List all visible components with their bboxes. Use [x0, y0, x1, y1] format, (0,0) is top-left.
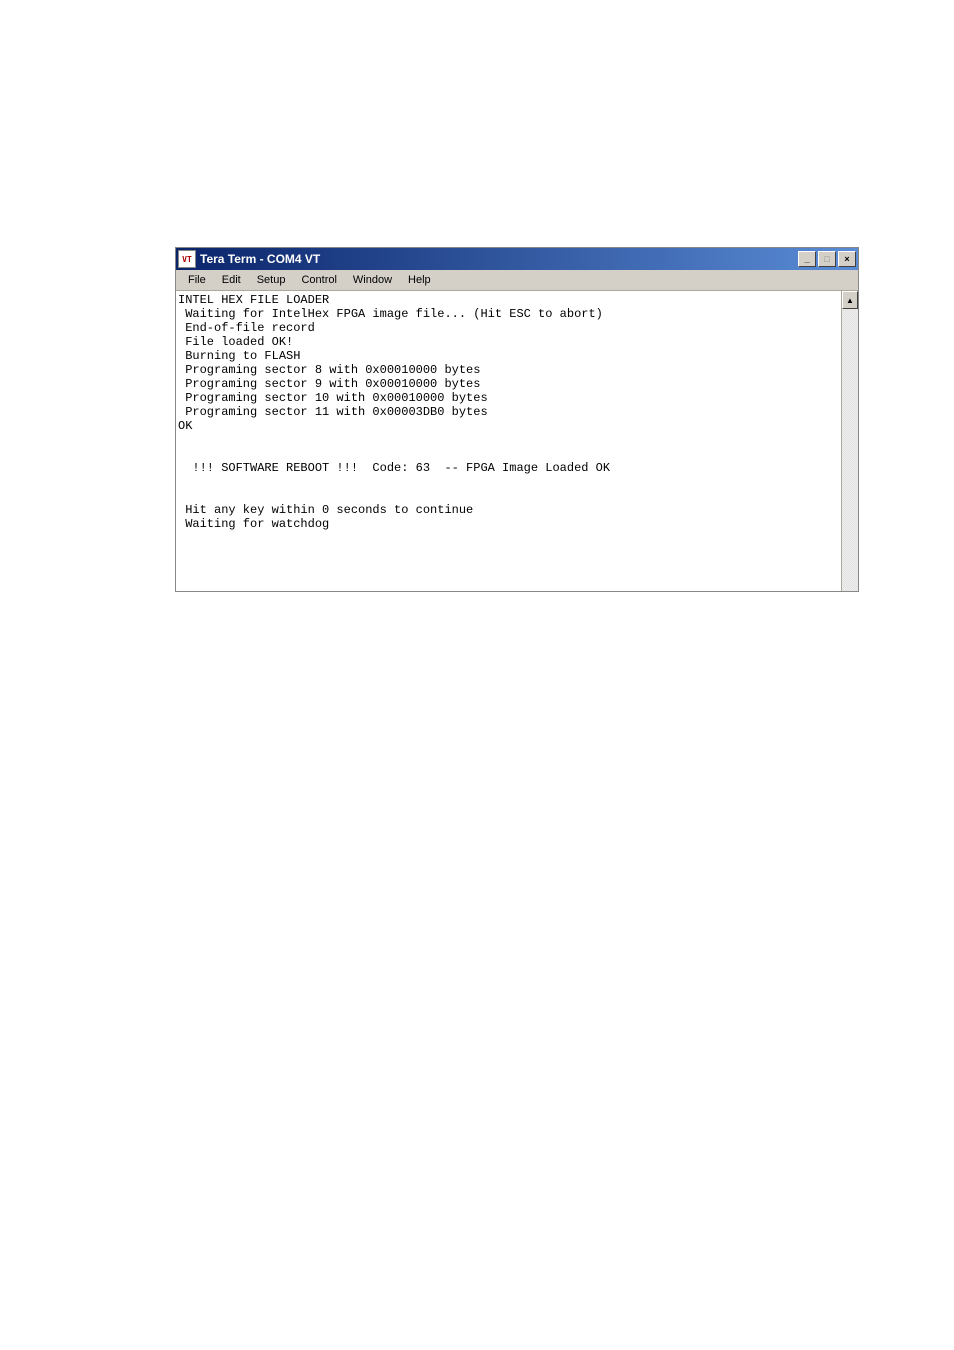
window-title: Tera Term - COM4 VT	[200, 252, 798, 266]
menubar: File Edit Setup Control Window Help	[176, 270, 858, 291]
titlebar[interactable]: VT Tera Term - COM4 VT _ □ ×	[176, 248, 858, 270]
menu-file[interactable]: File	[180, 272, 214, 288]
menu-help[interactable]: Help	[400, 272, 439, 288]
scroll-track[interactable]	[842, 309, 858, 591]
terminal-wrapper: INTEL HEX FILE LOADER Waiting for IntelH…	[176, 291, 858, 591]
scroll-up-button[interactable]: ▲	[842, 291, 858, 309]
app-icon: VT	[178, 250, 196, 268]
close-button[interactable]: ×	[838, 251, 856, 267]
menu-control[interactable]: Control	[293, 272, 344, 288]
terminal-window: VT Tera Term - COM4 VT _ □ × File Edit S…	[175, 247, 859, 592]
menu-edit[interactable]: Edit	[214, 272, 249, 288]
maximize-button[interactable]: □	[818, 251, 836, 267]
menu-setup[interactable]: Setup	[249, 272, 294, 288]
vertical-scrollbar[interactable]: ▲	[841, 291, 858, 591]
menu-window[interactable]: Window	[345, 272, 400, 288]
minimize-button[interactable]: _	[798, 251, 816, 267]
window-controls: _ □ ×	[798, 251, 856, 267]
terminal-output[interactable]: INTEL HEX FILE LOADER Waiting for IntelH…	[176, 291, 841, 591]
